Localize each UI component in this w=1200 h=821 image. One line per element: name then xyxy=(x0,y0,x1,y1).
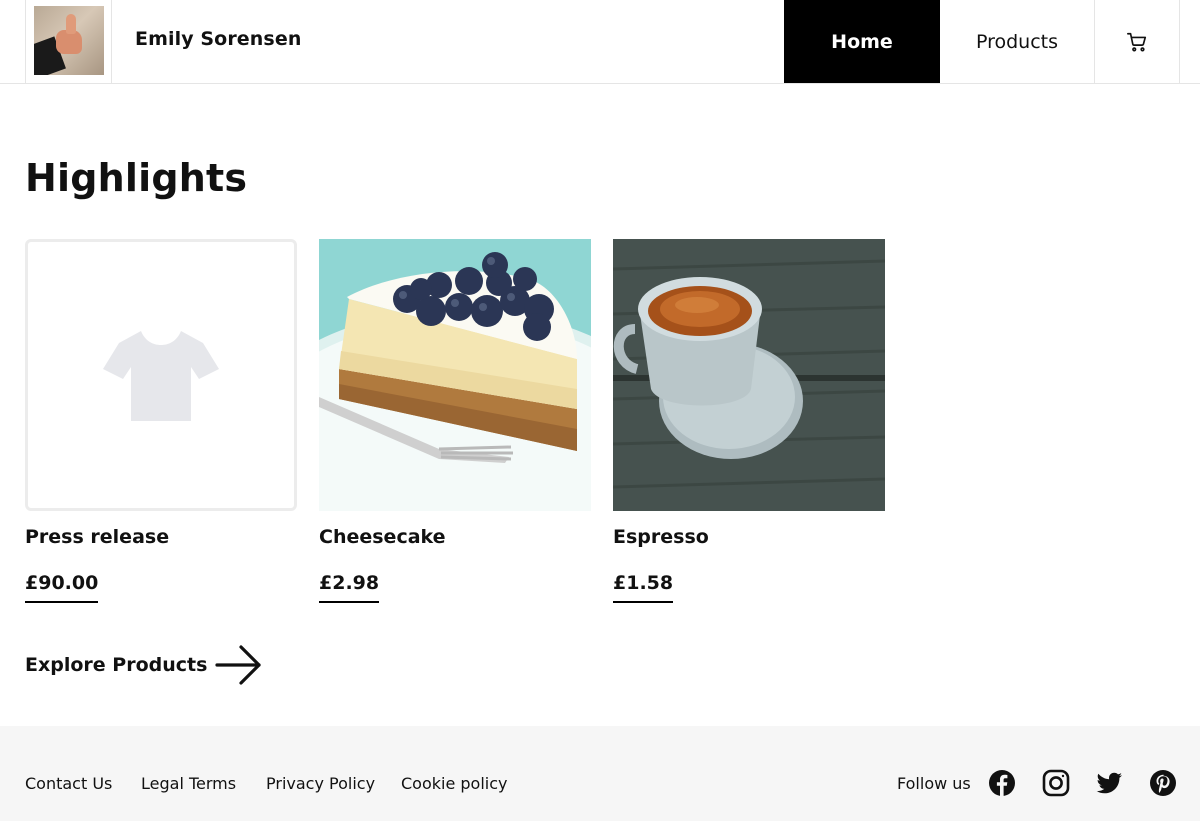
product-image[interactable] xyxy=(613,239,885,511)
site-footer: Contact Us Legal Terms Privacy Policy Co… xyxy=(0,726,1200,821)
footer-link-legal[interactable]: Legal Terms xyxy=(141,774,236,793)
avatar-link[interactable] xyxy=(25,0,112,83)
explore-products-label: Explore Products xyxy=(25,654,208,676)
product-name[interactable]: Espresso xyxy=(613,526,709,548)
product-card[interactable]: Espresso £1.58 xyxy=(613,239,885,603)
pinterest-icon[interactable] xyxy=(1149,769,1177,797)
product-price[interactable]: £1.58 xyxy=(613,572,674,603)
cheesecake-photo xyxy=(319,239,591,511)
cart-button[interactable] xyxy=(1095,0,1180,83)
product-name[interactable]: Cheesecake xyxy=(319,526,446,548)
follow-us-label: Follow us xyxy=(897,774,971,793)
product-image[interactable] xyxy=(319,239,591,511)
product-card[interactable]: Cheesecake £2.98 xyxy=(319,239,591,603)
cart-icon xyxy=(1127,32,1147,51)
facebook-icon[interactable] xyxy=(988,769,1016,797)
page-title: Highlights xyxy=(25,156,248,200)
instagram-icon[interactable] xyxy=(1042,769,1070,797)
espresso-photo xyxy=(613,239,885,511)
product-price[interactable]: £90.00 xyxy=(25,572,99,603)
twitter-icon[interactable] xyxy=(1095,769,1123,797)
footer-link-privacy[interactable]: Privacy Policy xyxy=(266,774,375,793)
footer-link-contact[interactable]: Contact Us xyxy=(25,774,112,793)
explore-products-link[interactable]: Explore Products xyxy=(25,643,263,687)
nav-products-link[interactable]: Products xyxy=(940,0,1095,83)
site-name[interactable]: Emily Sorensen xyxy=(135,28,301,50)
product-image[interactable] xyxy=(25,239,297,511)
product-name[interactable]: Press release xyxy=(25,526,169,548)
product-card[interactable]: Press release £90.00 xyxy=(25,239,297,603)
avatar xyxy=(34,6,104,75)
nav-home-link[interactable]: Home xyxy=(784,0,940,83)
arrow-right-icon xyxy=(215,645,262,685)
product-price[interactable]: £2.98 xyxy=(319,572,380,603)
site-header: Emily Sorensen Home Products xyxy=(0,0,1200,84)
footer-link-cookie[interactable]: Cookie policy xyxy=(401,774,508,793)
tshirt-placeholder-icon xyxy=(103,331,219,421)
